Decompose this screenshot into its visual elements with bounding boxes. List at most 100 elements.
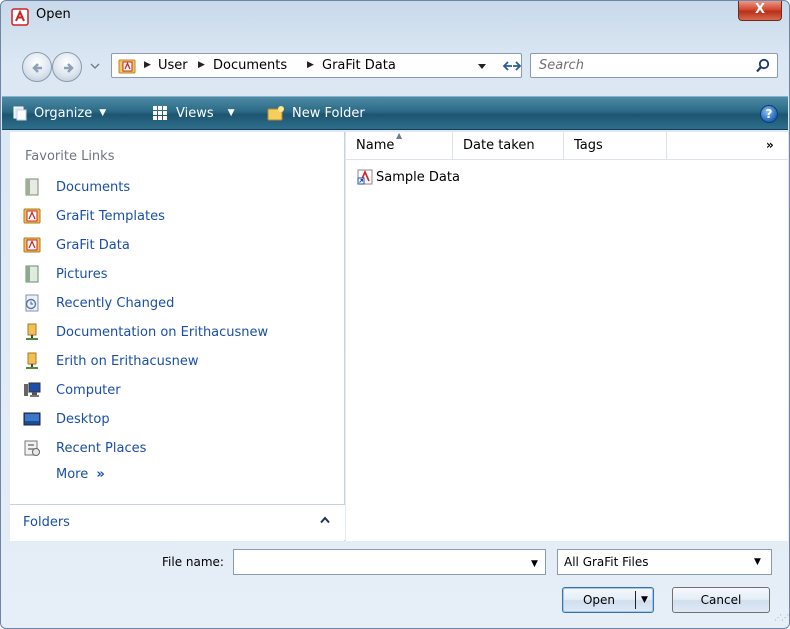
grafit-templates-icon [23,208,41,224]
favorite-links-heading: Favorite Links [25,149,115,164]
sidebar-item-label: Desktop [56,411,110,427]
help-icon: ? [765,107,773,121]
sidebar-item-erith-on-erithacusnew[interactable]: Erith on Erithacusnew [23,350,198,372]
views-dropdown-icon: ▼ [227,108,235,118]
sort-ascending-icon: ▲ [396,131,403,140]
column-header-label: Tags [574,138,603,153]
new-folder-label: New Folder [292,105,365,121]
grafit-folder-icon [118,59,136,74]
computer-icon [24,382,41,397]
column-header-date-taken[interactable]: Date taken [453,132,564,160]
sidebar-item-label: Recent Places [56,440,147,456]
forward-arrow-icon [64,63,74,73]
close-button[interactable]: X [738,1,782,21]
cancel-label: Cancel [700,593,742,607]
sidebar-item-label: Computer [56,382,121,398]
double-chevron-right-icon: » [96,467,105,482]
navigation-bar: ▶ User ▶ Documents ▶ GraFit Data Search [1,49,789,83]
network-share-icon [26,352,38,369]
open-options-dropdown-icon[interactable]: ▼ [641,588,648,612]
file-name-combobox[interactable]: ▼ [233,549,546,575]
new-folder-icon [267,106,284,121]
command-toolbar: Organize ▼ Views ▼ New Folder ? [2,96,788,130]
grafit-data-icon [23,237,41,253]
file-type-value: All GraFit Files [564,555,649,569]
chevron-up-icon[interactable] [319,515,331,525]
column-header-label: Date taken [463,138,535,153]
help-button[interactable]: ? [760,105,778,123]
breadcrumb-documents[interactable]: Documents [213,58,287,73]
search-icon[interactable] [755,58,771,74]
cancel-button[interactable]: Cancel [672,587,770,613]
file-list-pane: ▲ Name Date taken Tags » Sample Data [346,131,788,541]
breadcrumb-separator-icon[interactable]: ▶ [144,60,151,70]
views-menu-button[interactable]: Views ▼ [152,105,235,121]
close-icon: X [754,2,766,17]
sidebar-item-label: Documentation on Erithacusnew [56,324,269,340]
open-button[interactable]: Open ▼ [562,587,654,613]
search-input[interactable]: Search [530,53,778,78]
list-item[interactable]: Sample Data [356,168,460,186]
sidebar-item-label: GraFit Templates [56,208,165,224]
address-bar[interactable]: ▶ User ▶ Documents ▶ GraFit Data [111,53,522,78]
column-header-name[interactable]: ▲ Name [346,131,453,160]
folders-label: Folders [23,515,70,530]
sidebar-item-grafit-data[interactable]: GraFit Data [23,234,130,256]
sidebar-item-label: Documents [56,179,131,195]
chevron-down-icon[interactable]: ▼ [754,557,761,567]
back-arrow-icon [32,63,42,73]
sidebar-item-documentation-on-erithacusnew[interactable]: Documentation on Erithacusnew [23,321,268,343]
organize-menu-button[interactable]: Organize ▼ [12,105,106,121]
file-name-label: Sample Data [376,169,460,185]
refresh-icon [502,61,522,71]
open-dialog: Open X ▶ User ▶ Documents ▶ GraFit Data … [0,0,790,629]
folders-pane-header[interactable]: Folders [10,504,345,540]
breadcrumb-grafit-data[interactable]: GraFit Data [322,58,396,73]
new-folder-button[interactable]: New Folder [267,105,365,121]
views-label: Views [176,105,214,121]
sidebar-item-computer[interactable]: Computer [23,379,121,401]
organize-label: Organize [34,105,93,121]
organize-dropdown-icon: ▼ [99,108,107,118]
more-label: More [56,467,89,482]
sidebar-item-pictures[interactable]: Pictures [23,263,107,285]
sidebar-item-documents[interactable]: Documents [23,176,130,198]
breadcrumb-separator-icon[interactable]: ▶ [198,60,205,70]
recent-places-icon [24,440,40,456]
window-title: Open [36,7,71,22]
documents-icon [25,178,39,196]
sidebar-item-label: Erith on Erithacusnew [56,353,199,369]
views-icon [153,106,167,120]
breadcrumb-user[interactable]: User [158,58,188,73]
sidebar-item-grafit-templates[interactable]: GraFit Templates [23,205,165,227]
column-header-tags[interactable]: Tags [564,132,667,160]
sidebar-item-label: Pictures [56,266,108,282]
sidebar-item-recent-places[interactable]: Recent Places [23,437,146,459]
sidebar-item-desktop[interactable]: Desktop [23,408,110,430]
navigation-pane: Favorite Links Documents GraFit Template… [10,132,345,541]
forward-button[interactable] [52,52,82,82]
pictures-icon [25,265,39,283]
recent-pages-chevron-down-icon[interactable] [88,59,102,73]
chevron-down-icon[interactable]: ▼ [531,559,538,569]
resize-grip-icon[interactable]: ⋰⋰ [774,613,789,622]
search-placeholder: Search [539,58,584,73]
breadcrumb-separator-icon[interactable]: ▶ [307,60,314,70]
title-bar: Open X [1,1,789,35]
refresh-button[interactable] [502,57,522,75]
recently-changed-icon [25,294,39,312]
more-links-button[interactable]: More » [56,467,105,482]
file-type-select[interactable]: All GraFit Files ▼ [557,549,772,575]
sidebar-item-recently-changed[interactable]: Recently Changed [23,292,174,314]
organize-icon [13,106,27,121]
grafit-file-shortcut-icon [357,169,373,185]
open-label: Open [582,593,616,607]
split-divider [635,591,636,609]
address-dropdown-icon[interactable] [477,63,487,71]
back-button[interactable] [22,52,52,82]
sidebar-item-label: GraFit Data [56,237,130,253]
desktop-icon [23,412,41,426]
network-share-icon [26,323,38,340]
sidebar-item-label: Recently Changed [56,295,175,311]
more-columns-icon[interactable]: » [766,138,774,152]
